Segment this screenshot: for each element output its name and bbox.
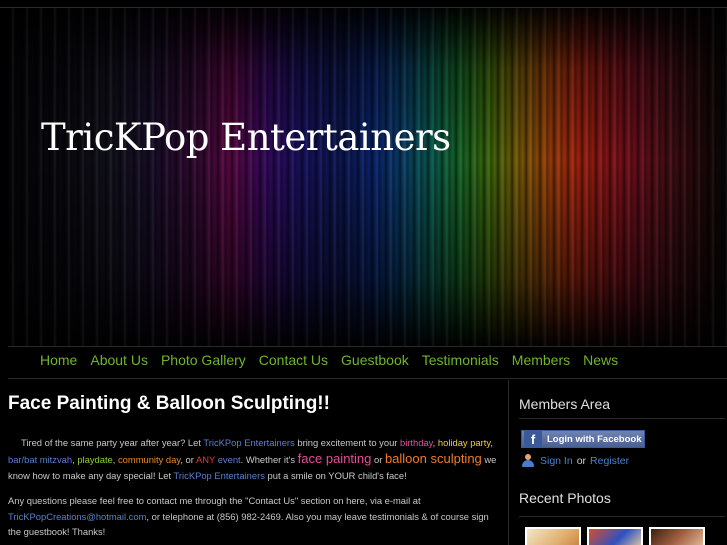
keyword-event: event (217, 454, 241, 465)
signin-row: Sign In or Register (521, 454, 629, 467)
nav-item-home[interactable]: Home (40, 352, 77, 372)
email-link[interactable]: TricKPopCreations@hotmail.com (8, 511, 146, 522)
nav-item-photo-gallery[interactable]: Photo Gallery (161, 352, 246, 372)
facebook-login-label: Login with Facebook (547, 433, 642, 445)
sidebar-divider (519, 516, 725, 517)
text: put a smile on YOUR child's face! (264, 470, 407, 481)
facebook-login-button[interactable]: f Login with Facebook (521, 430, 645, 448)
text: , (490, 437, 493, 448)
keyword-face-painting: face painting (297, 451, 372, 466)
text: Any questions please feel free to contac… (8, 495, 421, 506)
text: , or (180, 454, 196, 465)
text: Tired of the same party year after year?… (21, 437, 204, 448)
facebook-icon: f (524, 431, 542, 447)
keyword-holiday-party: holiday party (437, 437, 491, 448)
nav-item-testimonials[interactable]: Testimonials (422, 352, 499, 372)
text: bring excitement to your (294, 437, 401, 448)
contact-paragraph: Any questions please feel free to contac… (8, 493, 503, 540)
photo-thumbnail[interactable] (587, 527, 643, 545)
sidebar: Members Area f Login with Facebook Sign … (509, 380, 727, 545)
nav-divider-top (8, 346, 727, 347)
sidebar-divider (519, 418, 725, 419)
page-title: Face Painting & Balloon Sculpting!! (8, 393, 330, 414)
header-banner: TricKPop Entertainers (8, 8, 727, 346)
photo-thumbnail[interactable] (649, 527, 705, 545)
keyword-community-day: community day (117, 454, 181, 465)
keyword-birthday: birthday (400, 437, 433, 448)
intro-paragraph: Tired of the same party year after year?… (8, 435, 503, 484)
recent-photos-heading: Recent Photos (519, 490, 611, 506)
brand-name: TricKPop Entertainers (173, 470, 265, 481)
nav-divider-bottom (8, 378, 727, 379)
brand-name: TricKPop Entertainers (203, 437, 295, 448)
nav-item-about-us[interactable]: About Us (90, 352, 148, 372)
nav-item-contact-us[interactable]: Contact Us (259, 352, 328, 372)
recent-photos-list (525, 527, 711, 545)
or-text: or (576, 454, 587, 467)
nav-item-guestbook[interactable]: Guestbook (341, 352, 409, 372)
keyword-balloon-sculpting: balloon sculpting (384, 451, 482, 466)
photo-thumbnail[interactable] (525, 527, 581, 545)
banner-rainbow-streaks (8, 8, 727, 346)
nav-item-news[interactable]: News (583, 352, 618, 372)
members-area-heading: Members Area (519, 396, 611, 412)
sign-in-link[interactable]: Sign In (540, 455, 573, 467)
site-title[interactable]: TricKPop Entertainers (41, 116, 451, 159)
main-content: Face Painting & Balloon Sculpting!! Tire… (8, 380, 505, 545)
keyword-playdate: playdate (77, 454, 113, 465)
keyword-any: ANY (195, 454, 216, 465)
register-link[interactable]: Register (590, 455, 629, 467)
keyword-mitzvah: bar/bat mitzvah (8, 454, 73, 465)
nav-item-members[interactable]: Members (512, 352, 570, 372)
main-nav: Home About Us Photo Gallery Contact Us G… (40, 352, 631, 372)
text: . Whether it's (240, 454, 298, 465)
text: or (371, 454, 385, 465)
user-icon (521, 454, 534, 467)
